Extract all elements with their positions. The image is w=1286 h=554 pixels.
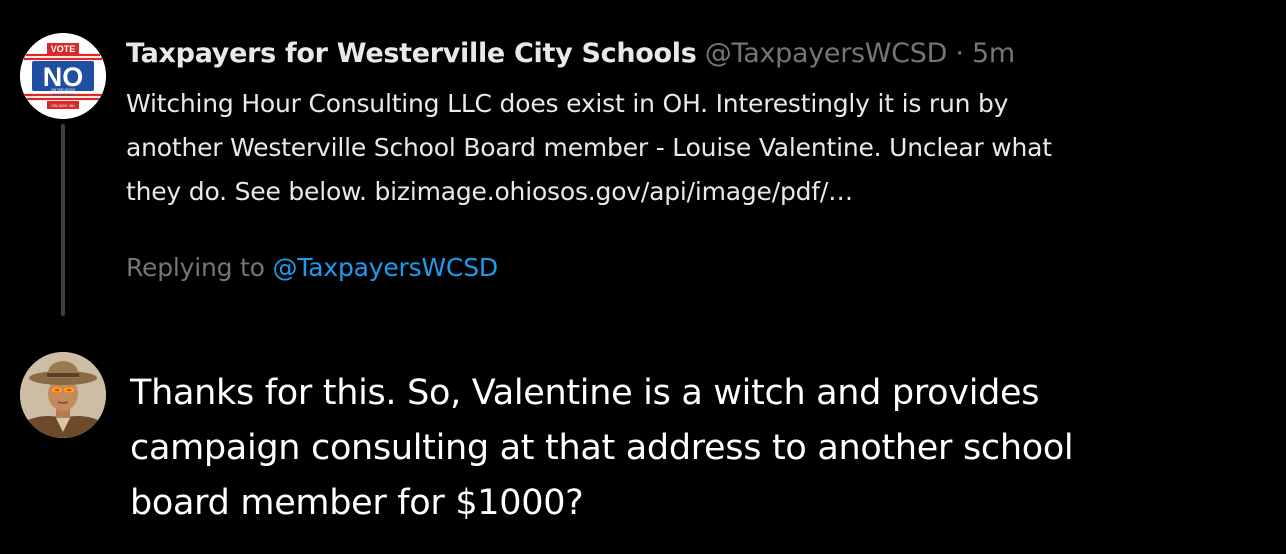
tweet-timestamp[interactable]: 5m [972,38,1015,69]
badge-small-text-1: ON THE WCSD [51,88,76,92]
tweet-header: Taxpayers for Westerville City Schools @… [126,34,1015,74]
reply-text: Thanks for this. So, Valentine is a witc… [130,373,1074,523]
author-name[interactable]: Taxpayers for Westerville City Schools [126,38,697,69]
tweet-body: Witching Hour Consulting LLC does exist … [126,89,1052,206]
badge-bottom-text: ON NOV. 4th [51,103,74,108]
badge-vote-text: VOTE [51,44,76,54]
cowboy-avatar-icon [20,352,106,438]
reply-avatar[interactable] [20,352,106,438]
author-avatar[interactable]: VOTE NO ON THE WCSD INCOME TAX ON NOV. 4… [20,33,106,119]
author-handle[interactable]: @TaxpayersWCSD [705,38,948,69]
header-separator: · [955,38,964,69]
replying-to: Replying to @TaxpayersWCSD [126,248,498,288]
thread-line [61,124,65,316]
replying-to-handle[interactable]: @TaxpayersWCSD [273,253,499,282]
badge-small-text-2: INCOME TAX [53,93,75,97]
vote-no-badge-icon: VOTE NO ON THE WCSD INCOME TAX ON NOV. 4… [20,33,106,119]
replying-to-label: Replying to [126,253,265,282]
